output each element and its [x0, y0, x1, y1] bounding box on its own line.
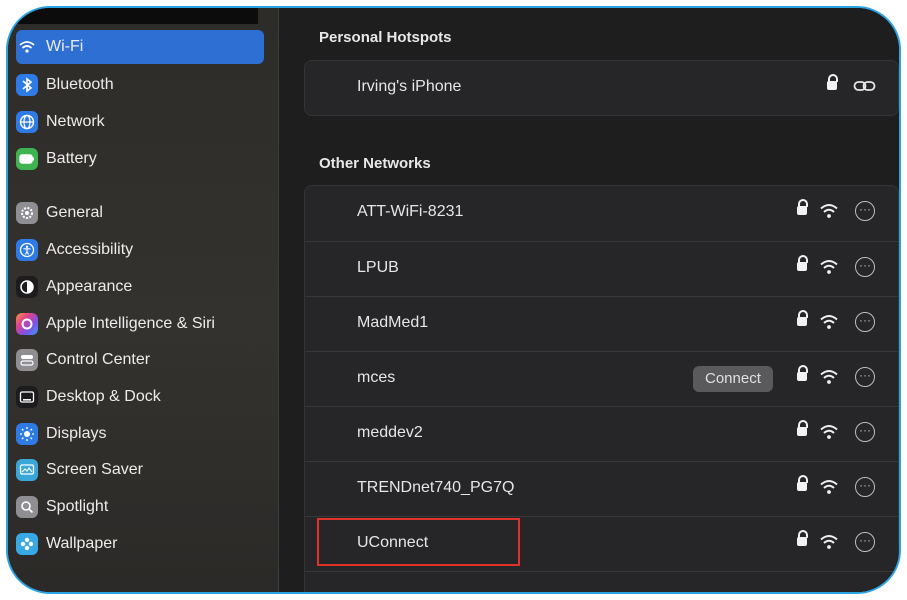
wifi-signal-icon	[820, 535, 838, 549]
sidebar-item-label: General	[46, 204, 103, 221]
magnifier-icon	[16, 496, 38, 518]
lock-icon	[797, 530, 808, 546]
network-row[interactable]: meddev2 ···	[305, 406, 898, 461]
more-options-icon[interactable]: ···	[855, 312, 875, 332]
more-options-icon[interactable]: ···	[855, 477, 875, 497]
sidebar-item-label: Control Center	[46, 351, 151, 368]
siri-icon	[16, 313, 38, 335]
section-title-personal-hotspots: Personal Hotspots	[319, 29, 452, 46]
network-name: LPUB	[357, 259, 399, 276]
network-row-partial	[305, 571, 898, 592]
network-row[interactable]: mces Connect ···	[305, 351, 898, 406]
appearance-icon	[16, 276, 38, 298]
sidebar-item-label: Appearance	[46, 278, 133, 295]
flower-icon	[16, 533, 38, 555]
bluetooth-icon	[16, 74, 38, 96]
sun-icon	[16, 423, 38, 445]
sidebar-item-appearance[interactable]: Appearance	[16, 270, 132, 304]
screenshot-frame: Wi-Fi Bluetooth Network Battery General	[6, 6, 901, 594]
globe-icon	[16, 111, 38, 133]
more-options-icon[interactable]: ···	[855, 257, 875, 277]
more-options-icon[interactable]: ···	[855, 422, 875, 442]
battery-icon	[16, 148, 38, 170]
main-content: Personal Hotspots Irving's iPhone Other …	[279, 8, 899, 592]
desktop-dock-icon	[16, 386, 38, 408]
wifi-icon	[16, 36, 38, 58]
network-row[interactable]: MadMed1 ···	[305, 296, 898, 351]
network-name: ATT-WiFi-8231	[357, 203, 464, 220]
sidebar-item-wallpaper[interactable]: Wallpaper	[16, 527, 117, 561]
chain-link-icon	[853, 81, 876, 91]
more-options-icon[interactable]: ···	[855, 532, 875, 552]
lock-icon	[797, 310, 808, 326]
wifi-signal-icon	[820, 370, 838, 384]
gear-icon	[16, 202, 38, 224]
highlight-box	[317, 518, 520, 566]
network-name: meddev2	[357, 424, 423, 441]
sidebar-item-apple-intelligence-siri[interactable]: Apple Intelligence & Siri	[16, 307, 215, 341]
network-row[interactable]: ATT-WiFi-8231 ···	[305, 186, 898, 240]
sidebar-item-label: Wallpaper	[46, 535, 118, 552]
hotspot-name: Irving's iPhone	[357, 78, 462, 95]
sidebar-item-control-center[interactable]: Control Center	[16, 343, 150, 377]
sidebar-item-displays[interactable]: Displays	[16, 417, 106, 451]
section-title-other-networks: Other Networks	[319, 155, 431, 172]
wifi-signal-icon	[820, 260, 838, 274]
lock-icon	[797, 255, 808, 271]
hotspots-list: Irving's iPhone	[304, 60, 899, 116]
more-options-icon[interactable]: ···	[855, 201, 875, 221]
sidebar-item-accessibility[interactable]: Accessibility	[16, 233, 133, 267]
sidebar-item-label: Apple Intelligence & Siri	[46, 315, 215, 332]
sidebar-item-label: Battery	[46, 150, 97, 167]
network-row[interactable]: LPUB ···	[305, 241, 898, 296]
sidebar-top-bar	[8, 8, 258, 24]
sidebar-item-screen-saver[interactable]: Screen Saver	[16, 453, 143, 487]
network-row[interactable]: TRENDnet740_PG7Q ···	[305, 461, 898, 516]
sidebar-item-general[interactable]: General	[16, 196, 103, 230]
wifi-signal-icon	[820, 315, 838, 329]
sidebar-item-label: Desktop & Dock	[46, 388, 161, 405]
accessibility-icon	[16, 239, 38, 261]
lock-icon	[797, 420, 808, 436]
sidebar-item-label: Bluetooth	[46, 76, 114, 93]
lock-icon	[827, 74, 838, 90]
lock-icon	[797, 365, 808, 381]
sidebar-item-label: Wi-Fi	[46, 38, 84, 55]
more-options-icon[interactable]: ···	[855, 367, 875, 387]
sidebar-item-label: Screen Saver	[46, 461, 143, 478]
sidebar-item-desktop-dock[interactable]: Desktop & Dock	[16, 380, 161, 414]
connect-button[interactable]: Connect	[693, 366, 773, 392]
wifi-signal-icon	[820, 480, 838, 494]
network-name: mces	[357, 369, 396, 386]
sidebar-item-network[interactable]: Network	[16, 105, 105, 139]
wifi-signal-icon	[820, 425, 838, 439]
sidebar: Wi-Fi Bluetooth Network Battery General	[8, 8, 279, 592]
network-name: MadMed1	[357, 314, 429, 331]
lock-icon	[797, 475, 808, 491]
sidebar-item-label: Displays	[46, 425, 107, 442]
sidebar-item-label: Network	[46, 113, 105, 130]
hotspot-row[interactable]: Irving's iPhone	[305, 61, 898, 115]
screen-saver-icon	[16, 459, 38, 481]
sidebar-item-label: Accessibility	[46, 241, 134, 258]
wifi-signal-icon	[820, 204, 838, 218]
sidebar-item-spotlight[interactable]: Spotlight	[16, 490, 108, 524]
sidebar-item-battery[interactable]: Battery	[16, 142, 97, 176]
sidebar-item-label: Spotlight	[46, 498, 109, 515]
lock-icon	[797, 199, 808, 215]
network-name: TRENDnet740_PG7Q	[357, 479, 515, 496]
control-center-icon	[16, 349, 38, 371]
sidebar-item-bluetooth[interactable]: Bluetooth	[16, 68, 114, 102]
sidebar-item-wifi[interactable]: Wi-Fi	[16, 30, 264, 64]
